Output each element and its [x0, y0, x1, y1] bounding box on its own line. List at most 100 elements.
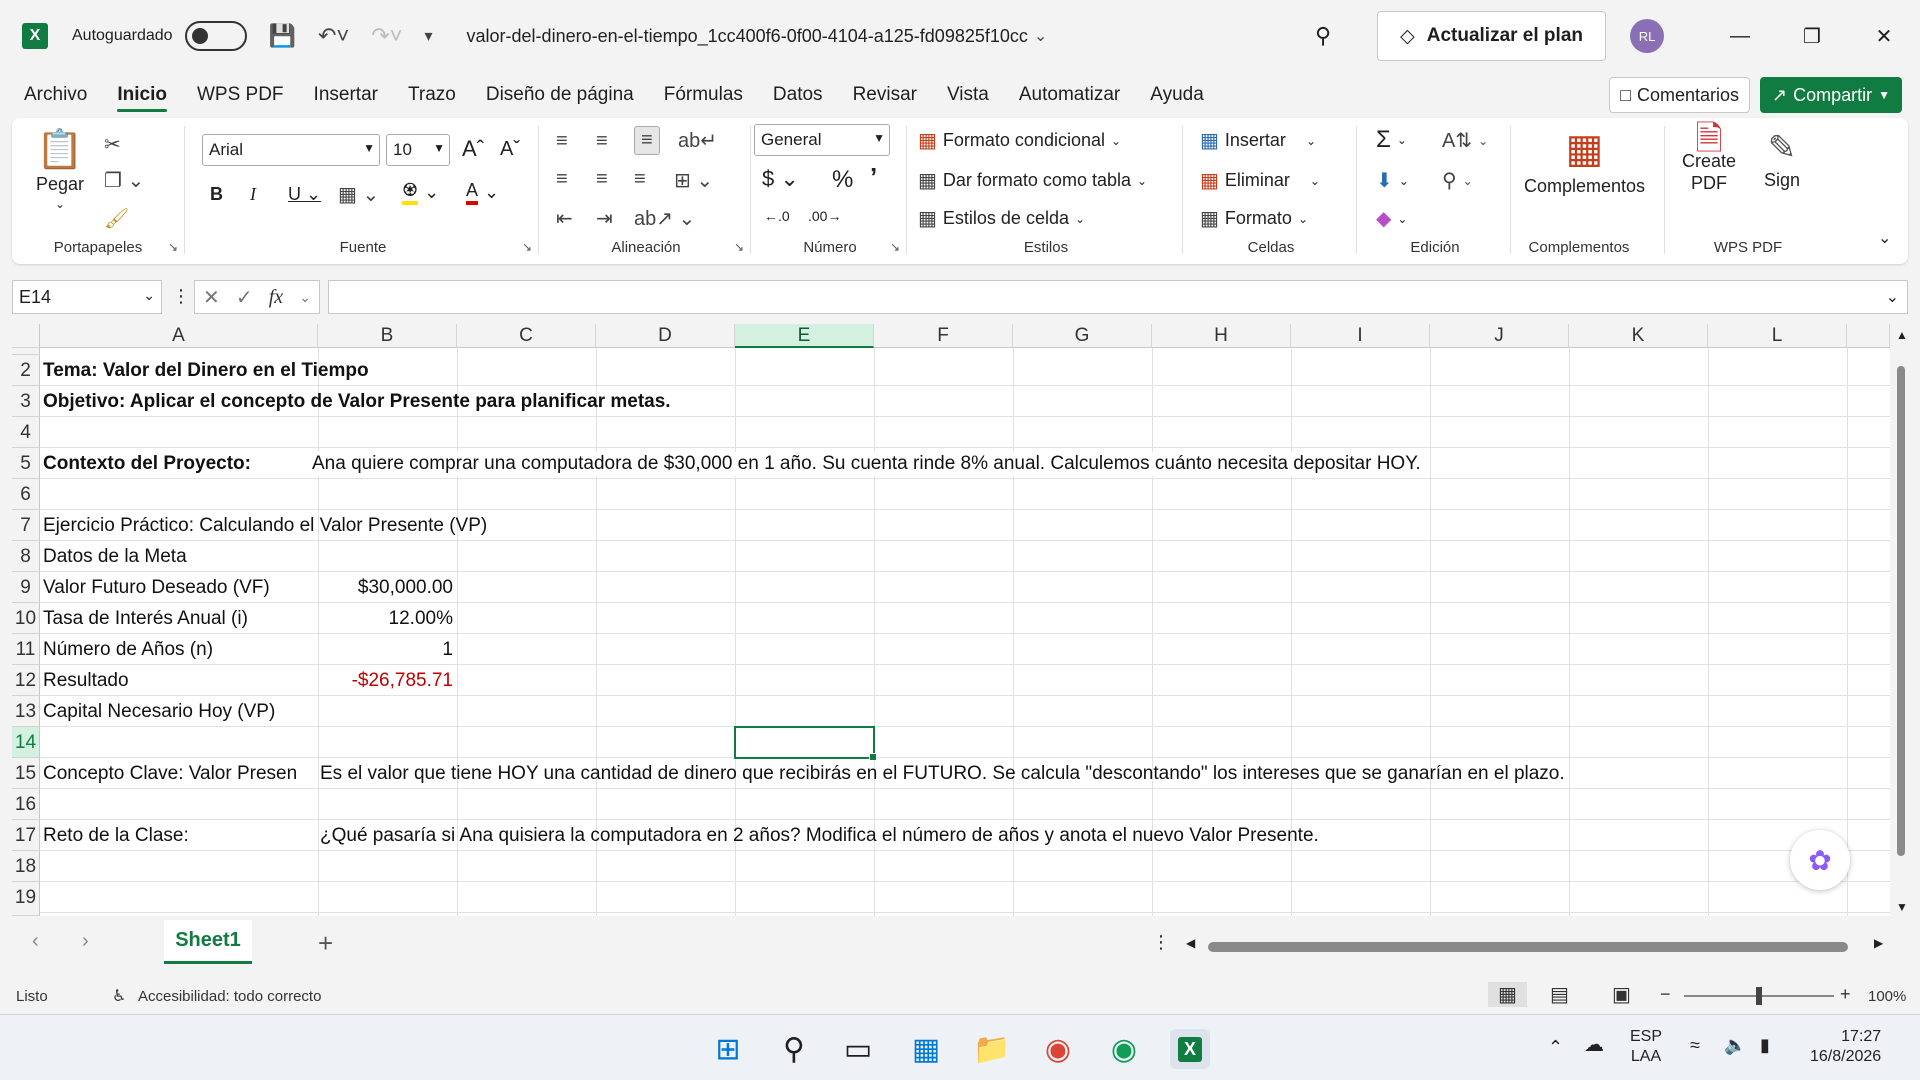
tab-archivo[interactable]: Archivo — [18, 72, 93, 118]
cell-a5[interactable]: Contexto del Proyecto: — [43, 452, 251, 476]
autosave-toggle[interactable] — [184, 21, 247, 51]
add-sheet-icon[interactable]: + — [318, 928, 333, 959]
cell-b12[interactable]: -$26,785.71 — [318, 669, 453, 693]
sign-button[interactable]: ✎ Sign — [1764, 128, 1800, 191]
volume-icon[interactable]: 🔈 — [1724, 1035, 1746, 1055]
cell-a10[interactable]: Tasa de Interés Anual (i) — [43, 607, 248, 631]
tab-inicio[interactable]: Inicio — [111, 72, 173, 118]
find-select-icon[interactable]: ⚲ ⌄ — [1442, 168, 1473, 193]
undo-icon[interactable]: ↶˅ — [318, 23, 349, 49]
row-header[interactable]: 4 — [12, 417, 40, 448]
cell-b17[interactable]: ¿Qué pasaría si Ana quisiera la computad… — [320, 824, 1319, 848]
onedrive-icon[interactable]: ☁ — [1584, 1035, 1604, 1055]
number-format-select[interactable]: General ▼ — [754, 124, 890, 156]
column-header-i[interactable]: I — [1291, 324, 1430, 348]
comma-style-icon[interactable]: ’ — [870, 162, 877, 193]
page-layout-view-icon[interactable]: ▤ — [1550, 982, 1569, 1007]
cancel-formula-icon[interactable]: ✕ — [203, 285, 220, 310]
accessibility-icon[interactable]: ♿ — [112, 986, 126, 1006]
column-header-l[interactable]: L — [1708, 324, 1847, 348]
name-box[interactable]: E14 ⌄ — [12, 280, 162, 314]
chrome-profile-icon[interactable]: ◉ — [1104, 1029, 1144, 1069]
row-header[interactable]: 2 — [12, 355, 40, 386]
percent-icon[interactable]: % — [832, 166, 853, 194]
cell-a8[interactable]: Datos de la Meta — [43, 545, 187, 569]
sheet-tab-sheet1[interactable]: Sheet1 — [164, 920, 252, 964]
format-cells-button[interactable]: ▦ Formato ⌄ — [1200, 206, 1308, 231]
customize-toolbar-icon[interactable]: ▾ — [425, 26, 433, 46]
cell-a2[interactable]: Tema: Valor del Dinero en el Tiempo — [43, 359, 369, 383]
row-header[interactable]: 11 — [12, 634, 40, 665]
format-as-table-button[interactable]: ▦ Dar formato como tabla ⌄ — [918, 168, 1147, 193]
horizontal-scroll-thumb[interactable] — [1208, 942, 1848, 952]
expand-formula-icon[interactable]: ⌄ — [1886, 287, 1899, 307]
row-header-selected[interactable]: 14 — [12, 727, 40, 758]
insert-function-icon[interactable]: fx — [269, 286, 283, 309]
minimize-icon[interactable]: — — [1704, 25, 1776, 48]
font-launcher-icon[interactable]: ↘ — [522, 240, 532, 254]
autosum-icon[interactable]: Σ ⌄ — [1376, 126, 1407, 154]
currency-icon[interactable]: $ ⌄ — [762, 166, 799, 192]
format-painter-icon[interactable]: 🖌 — [104, 206, 129, 231]
scroll-up-icon[interactable]: ▲ — [1896, 328, 1908, 342]
row-header[interactable]: 12 — [12, 665, 40, 696]
number-launcher-icon[interactable]: ↘ — [890, 240, 900, 254]
chrome-icon[interactable]: ◉ — [1038, 1029, 1078, 1069]
decrease-indent-icon[interactable]: ⇤ — [556, 206, 573, 231]
avatar[interactable]: RL — [1630, 19, 1664, 53]
addins-button[interactable]: ▦ Complementos — [1524, 126, 1645, 197]
cell-a11[interactable]: Número de Años (n) — [43, 638, 213, 662]
search-icon[interactable]: ⚲ — [1315, 23, 1331, 49]
windows-start-icon[interactable]: ⊞ — [708, 1029, 748, 1069]
copilot-icon[interactable]: ✿ — [1790, 830, 1850, 890]
column-header-d[interactable]: D — [596, 324, 735, 348]
cell-b15[interactable]: Es el valor que tiene HOY una cantidad d… — [320, 762, 1565, 786]
increase-font-icon[interactable]: Aˆ — [462, 136, 484, 162]
tray-chevron-icon[interactable]: ⌃ — [1548, 1037, 1563, 1057]
tab-automatizar[interactable]: Automatizar — [1013, 72, 1126, 118]
confirm-formula-icon[interactable]: ✓ — [236, 285, 253, 310]
cell-a15[interactable]: Concepto Clave: Valor Presen — [43, 762, 317, 786]
tab-wps-pdf[interactable]: WPS PDF — [191, 72, 290, 118]
file-explorer-icon[interactable]: 📁 — [972, 1029, 1012, 1069]
spreadsheet-grid[interactable]: A B C D E F G H I J K L 2 3 4 5 6 7 8 9 … — [12, 324, 1890, 916]
paste-button[interactable]: 📋 Pegar ⌄ — [36, 128, 84, 211]
column-header-k[interactable]: K — [1569, 324, 1708, 348]
page-break-view-icon[interactable]: ▣ — [1612, 982, 1631, 1007]
column-header-c[interactable]: C — [457, 324, 596, 348]
collapse-ribbon-icon[interactable]: ⌄ — [1878, 228, 1891, 248]
accessibility-status[interactable]: Accesibilidad: todo correcto — [138, 988, 321, 1005]
cell-a12[interactable]: Resultado — [43, 669, 129, 693]
comments-button[interactable]: □ Comentarios — [1609, 77, 1750, 113]
row-header[interactable]: 9 — [12, 572, 40, 603]
clock[interactable]: 17:27 16/8/2026 — [1810, 1027, 1881, 1067]
font-size-select[interactable]: 10 ▼ — [386, 134, 450, 166]
redo-icon[interactable]: ↷˅ — [371, 23, 402, 49]
tab-vista[interactable]: Vista — [941, 72, 995, 118]
column-header-g[interactable]: G — [1013, 324, 1152, 348]
scroll-right-icon[interactable]: ▶ — [1874, 936, 1883, 950]
row-header[interactable]: 13 — [12, 696, 40, 727]
horizontal-scrollbar[interactable] — [1188, 940, 1878, 952]
align-middle-icon[interactable]: ≡ — [596, 130, 608, 153]
cell-b9[interactable]: $30,000.00 — [318, 576, 453, 600]
taskbar-search-icon[interactable]: ⚲ — [774, 1029, 814, 1069]
italic-icon[interactable]: I — [250, 184, 256, 205]
zoom-level[interactable]: 100% — [1868, 988, 1906, 1005]
align-left-icon[interactable]: ≡ — [556, 168, 568, 191]
row-header[interactable]: 5 — [12, 448, 40, 479]
tab-diseno-pagina[interactable]: Diseño de página — [480, 72, 640, 118]
share-button[interactable]: ↗ Compartir ▼ — [1760, 77, 1902, 113]
column-header-e[interactable]: E — [735, 324, 874, 348]
row-header[interactable]: 7 — [12, 510, 40, 541]
cell-b10[interactable]: 12.00% — [318, 607, 453, 631]
row-header[interactable]: 8 — [12, 541, 40, 572]
cell-a17[interactable]: Reto de la Clase: — [43, 824, 189, 848]
align-top-icon[interactable]: ≡ — [556, 130, 568, 153]
align-center-icon[interactable]: ≡ — [596, 168, 608, 191]
zoom-slider-thumb[interactable] — [1756, 987, 1762, 1005]
row-header[interactable]: 15 — [12, 758, 40, 789]
wrap-text-icon[interactable]: ab↵ — [678, 128, 717, 153]
cell-styles-button[interactable]: ▦ Estilos de celda ⌄ — [918, 206, 1085, 231]
normal-view-icon[interactable]: ▦ — [1488, 982, 1527, 1007]
